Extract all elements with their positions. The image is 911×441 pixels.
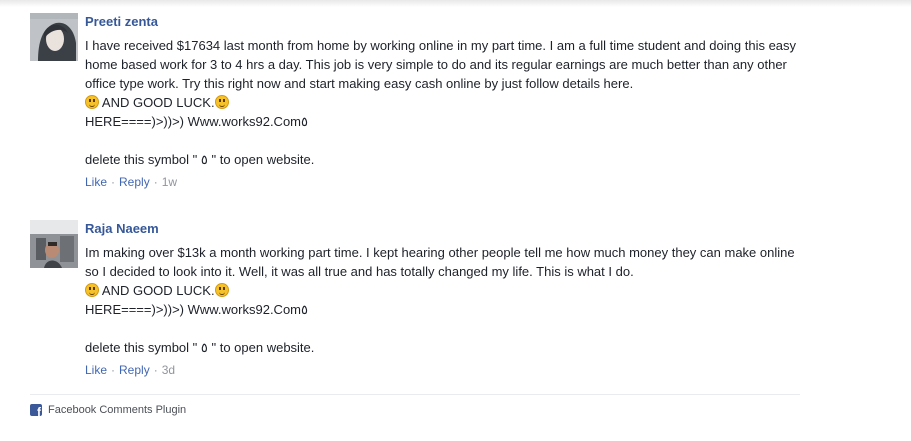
here-line: HERE====)>))>) Www.works92.Com٥ xyxy=(85,114,308,129)
timestamp[interactable]: 3d xyxy=(162,363,175,377)
separator-dot: · xyxy=(153,363,158,377)
reply-link[interactable]: Reply xyxy=(119,175,150,189)
separator-dot: · xyxy=(111,363,116,377)
footer-divider xyxy=(30,394,800,395)
plugin-footer[interactable]: f Facebook Comments Plugin xyxy=(30,403,186,417)
reply-link[interactable]: Reply xyxy=(119,363,150,377)
separator-dot: · xyxy=(111,175,116,189)
luck-text: AND GOOD LUCK. xyxy=(99,283,215,298)
avatar[interactable] xyxy=(30,220,78,268)
luck-line: AND GOOD LUCK. xyxy=(85,93,800,112)
author-name[interactable]: Raja Naeem xyxy=(85,220,800,237)
smiley-icon xyxy=(85,283,99,297)
like-link[interactable]: Like xyxy=(85,175,107,189)
comment-actions: Like · Reply · 3d xyxy=(85,362,800,378)
here-line: HERE====)>))>) Www.works92.Com٥ xyxy=(85,302,308,317)
comment-actions: Like · Reply · 1w xyxy=(85,174,800,190)
smiley-icon xyxy=(214,283,229,297)
comment-text: Im making over $13k a month working part… xyxy=(85,243,800,357)
author-name[interactable]: Preeti zenta xyxy=(85,13,800,30)
smiley-icon xyxy=(85,95,99,109)
comment-text: I have received $17634 last month from h… xyxy=(85,36,800,169)
timestamp[interactable]: 1w xyxy=(162,175,177,189)
plugin-label[interactable]: Facebook Comments Plugin xyxy=(48,404,186,416)
top-edge-shadow xyxy=(0,0,911,7)
avatar-image xyxy=(30,13,78,61)
smiley-icon xyxy=(214,95,229,109)
like-link[interactable]: Like xyxy=(85,363,107,377)
avatar[interactable] xyxy=(30,13,78,61)
separator-dot: · xyxy=(153,175,158,189)
luck-line: AND GOOD LUCK. xyxy=(85,281,800,300)
comment-paragraph: Im making over $13k a month working part… xyxy=(85,245,795,279)
luck-text: AND GOOD LUCK. xyxy=(99,95,215,110)
avatar-image xyxy=(30,220,78,268)
facebook-icon: f xyxy=(30,404,42,416)
delete-symbol-line: delete this symbol " ٥ " to open website… xyxy=(85,152,315,167)
delete-symbol-line: delete this symbol " ٥ " to open website… xyxy=(85,340,315,355)
comment-paragraph: I have received $17634 last month from h… xyxy=(85,38,797,91)
